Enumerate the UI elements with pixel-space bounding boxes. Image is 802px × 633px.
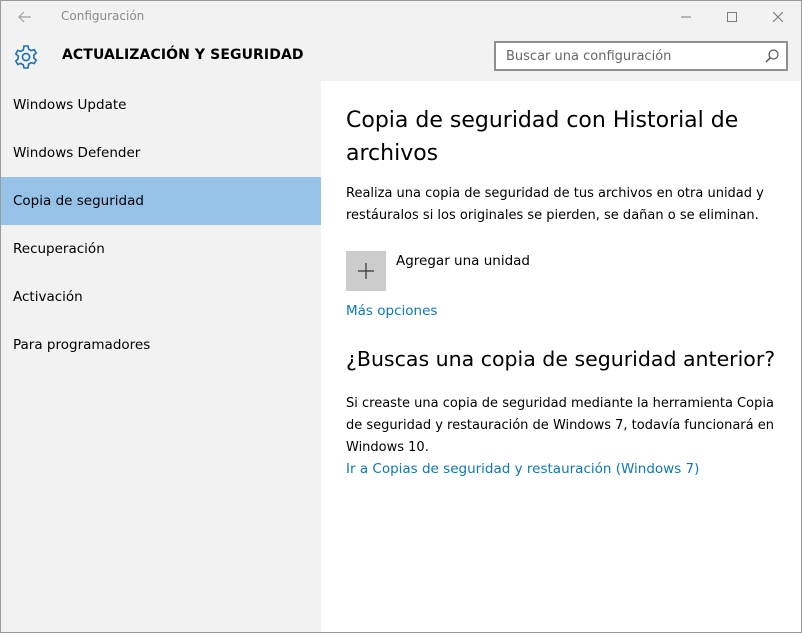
- add-drive-label[interactable]: Agregar una unidad: [396, 253, 530, 269]
- settings-window: Configuración ACTUALIZACIÓN Y SEGURIDAD: [0, 0, 802, 633]
- back-button[interactable]: [9, 5, 41, 29]
- sidebar-item-activation[interactable]: Activación: [1, 273, 321, 321]
- older-backup-heading: ¿Buscas una copia de seguridad anterior?: [346, 347, 776, 371]
- close-icon: [773, 12, 783, 22]
- minimize-button[interactable]: [663, 1, 709, 33]
- sidebar-item-windows-defender[interactable]: Windows Defender: [1, 129, 321, 177]
- sidebar: Windows Update Windows Defender Copia de…: [1, 81, 321, 632]
- restore-windows7-link[interactable]: Ir a Copias de seguridad y restauración …: [346, 461, 699, 477]
- back-arrow-icon: [18, 11, 31, 23]
- more-options-link[interactable]: Más opciones: [346, 303, 437, 319]
- close-button[interactable]: [755, 1, 801, 33]
- window-title: Configuración: [61, 9, 145, 23]
- sidebar-item-developers[interactable]: Para programadores: [1, 321, 321, 369]
- page-title: Copia de seguridad con Historial de arch…: [346, 108, 739, 166]
- sidebar-item-backup[interactable]: Copia de seguridad: [1, 177, 321, 225]
- gear-icon: [14, 45, 38, 69]
- backup-description: Realiza una copia de seguridad de tus ar…: [346, 186, 764, 223]
- minimize-icon: [681, 16, 691, 18]
- section-title: ACTUALIZACIÓN Y SEGURIDAD: [62, 47, 304, 63]
- search-box[interactable]: [494, 41, 788, 71]
- sidebar-item-windows-update[interactable]: Windows Update: [1, 81, 321, 129]
- plus-icon: [358, 263, 374, 279]
- add-drive-button[interactable]: Agregar una unidad: [346, 251, 646, 291]
- add-drive-tile[interactable]: [346, 251, 386, 291]
- search-input[interactable]: [496, 43, 758, 69]
- title-bar: Configuración: [1, 1, 801, 33]
- search-icon[interactable]: [764, 48, 780, 64]
- maximize-button[interactable]: [709, 1, 755, 33]
- maximize-icon: [727, 12, 737, 22]
- older-backup-text: Si creaste una copia de seguridad median…: [346, 396, 774, 455]
- sidebar-item-recovery[interactable]: Recuperación: [1, 225, 321, 273]
- header-bar: ACTUALIZACIÓN Y SEGURIDAD: [1, 33, 801, 81]
